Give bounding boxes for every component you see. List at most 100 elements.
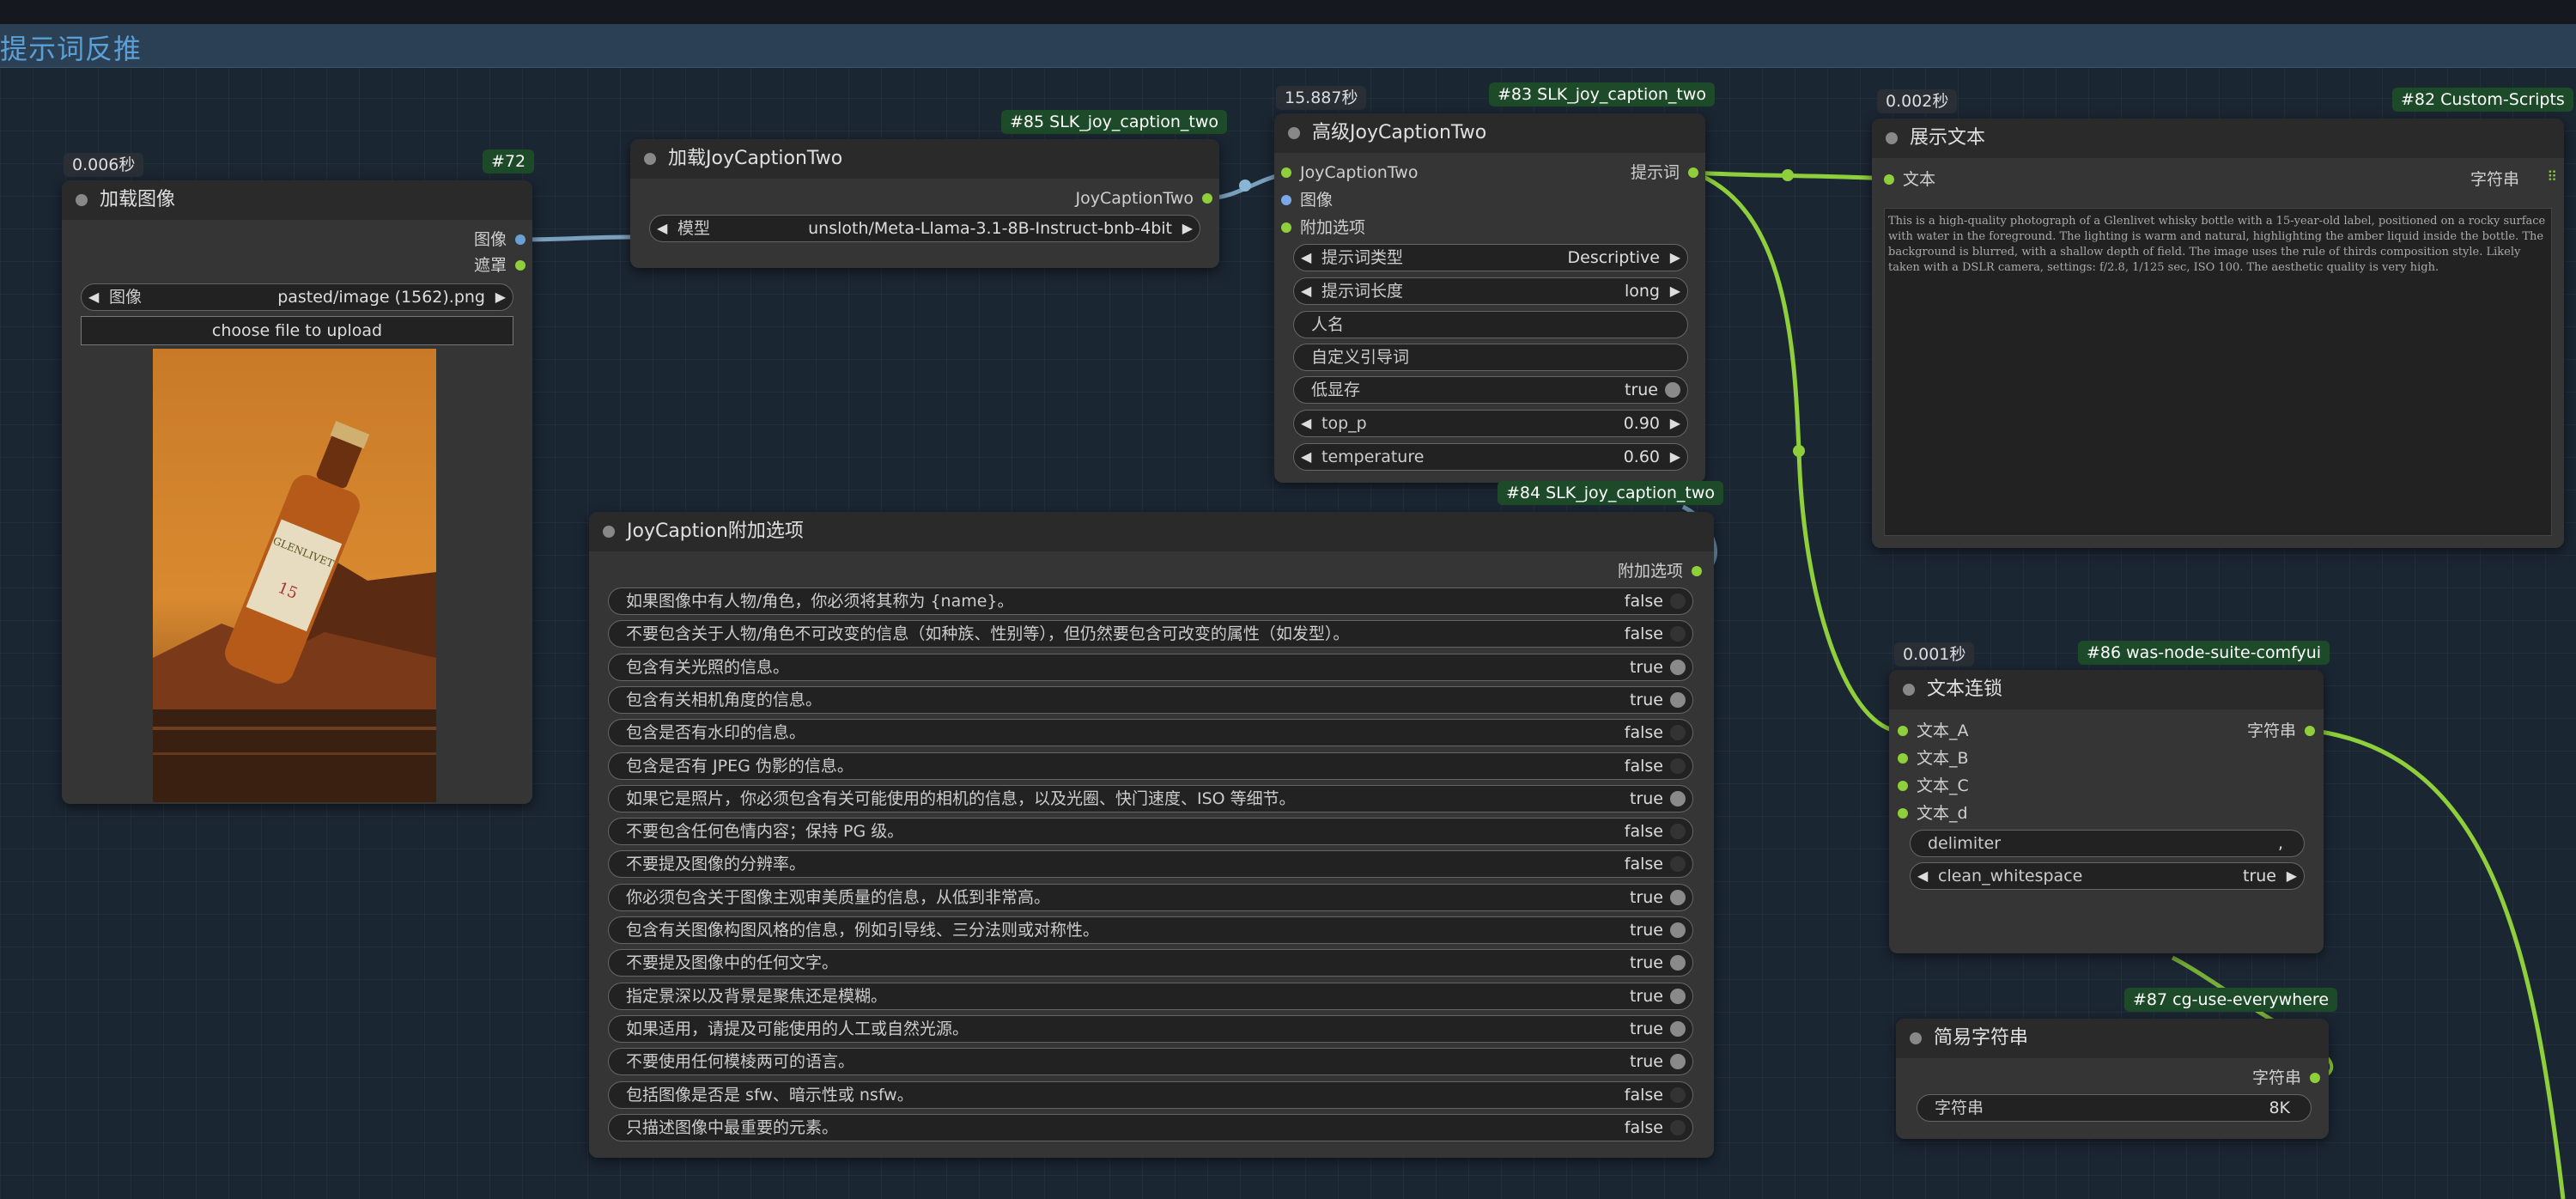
widget-prompt-length[interactable]: ◀ 提示词长度 long ▶ — [1293, 277, 1688, 305]
id-badge-83: #83 SLK_joy_caption_two — [1489, 82, 1716, 107]
option-toggle[interactable]: 包含有关图像构图风格的信息，例如引导线、三分法则或对称性。 true — [608, 916, 1693, 944]
option-toggle[interactable]: 不要包含关于人物/角色不可改变的信息（如种族、性别等），但仍然要包含可改变的属性… — [608, 620, 1693, 648]
node-canvas[interactable]: 提示词反推 0.006秒 #72 加载图像 图像 遮罩 ◀ 图像 pasted/… — [0, 0, 2576, 1199]
toggle-on-icon — [1670, 691, 1686, 708]
option-toggle[interactable]: 不要提及图像中的任何文字。 true — [608, 949, 1693, 977]
option-toggle[interactable]: 你必须包含关于图像主观审美质量的信息，从低到非常高。 true — [608, 883, 1693, 911]
node-load-joycaption[interactable]: 加载JoyCaptionTwo JoyCaptionTwo ◀ 模型 unslo… — [630, 139, 1219, 268]
node-text-concat[interactable]: 文本连锁 文本_A 文本_B 文本_C 文本_d 字符串 delimiter, … — [1889, 670, 2324, 953]
node-simple-string[interactable]: 简易字符串 字符串 字符串 8K — [1896, 1019, 2329, 1139]
slot-pin-icon — [1898, 726, 1908, 736]
node-advanced-joycaption[interactable]: 高级JoyCaptionTwo JoyCaptionTwo 图像 附加选项 提示… — [1274, 113, 1705, 483]
output-mask[interactable]: 遮罩 — [354, 254, 526, 277]
input-joycaption[interactable]: JoyCaptionTwo — [1281, 161, 1470, 184]
output-image[interactable]: 图像 — [354, 228, 526, 251]
node-header[interactable]: 高级JoyCaptionTwo — [1274, 113, 1705, 153]
option-value: true — [1630, 921, 1663, 940]
widget-string[interactable]: 字符串 8K — [1917, 1094, 2312, 1122]
option-value: true — [1630, 953, 1663, 973]
output-string[interactable]: 字符串 — [2148, 1067, 2320, 1089]
arrow-right-icon: ▶ — [1669, 415, 1680, 431]
input-text[interactable]: 文本 — [1884, 168, 2056, 191]
slot-pin-icon — [1898, 781, 1908, 791]
option-toggle[interactable]: 包含是否有 JPEG 伪影的信息。 false — [608, 752, 1693, 780]
node-header[interactable]: 加载JoyCaptionTwo — [630, 139, 1219, 179]
widget-low-vram[interactable]: 低显存 true — [1293, 376, 1688, 404]
slot-pin-icon — [1688, 167, 1698, 178]
option-label: 如果适用，请提及可能使用的人工或自然光源。 — [626, 1019, 969, 1038]
option-label: 指定景深以及背景是聚焦还是模糊。 — [626, 986, 888, 1006]
arrow-left-icon: ◀ — [1301, 448, 1312, 465]
text-display[interactable]: This is a high-quality photograph of a G… — [1884, 208, 2552, 536]
option-toggle[interactable]: 不要包含任何色情内容；保持 PG 级。 false — [608, 818, 1693, 846]
node-title: 文本连锁 — [1927, 679, 2003, 700]
collapse-dot-icon[interactable] — [1910, 1032, 1922, 1044]
option-value: true — [1630, 690, 1663, 709]
node-header[interactable]: JoyCaption附加选项 — [589, 512, 1714, 551]
model-select-widget[interactable]: ◀ 模型 unsloth/Meta-Llama-3.1-8B-Instruct-… — [649, 215, 1200, 242]
option-label: 不要使用任何模棱两可的语言。 — [626, 1052, 855, 1072]
arrow-right-icon: ▶ — [2286, 867, 2297, 884]
arrow-left-icon: ◀ — [88, 289, 100, 305]
input-text-a[interactable]: 文本_A — [1898, 720, 2069, 742]
widget-top-p[interactable]: ◀ top_p 0.90 ▶ — [1293, 410, 1688, 437]
option-value: true — [1630, 887, 1663, 907]
collapse-dot-icon[interactable] — [76, 194, 88, 206]
image-preview: GLENLIVET 15 — [153, 349, 436, 802]
output-joycaption[interactable]: JoyCaptionTwo — [955, 187, 1212, 210]
option-toggle[interactable]: 如果适用，请提及可能使用的人工或自然光源。 true — [608, 1014, 1693, 1043]
input-text-b[interactable]: 文本_B — [1898, 747, 2069, 770]
toggle-on-icon — [1670, 922, 1686, 938]
collapse-dot-icon[interactable] — [1903, 684, 1915, 696]
toggle-on-icon — [1670, 955, 1686, 971]
arrow-left-icon: ◀ — [1301, 283, 1312, 299]
node-title: JoyCaption附加选项 — [627, 520, 804, 542]
output-string[interactable]: 字符串 — [2366, 168, 2538, 191]
collapse-dot-icon[interactable] — [1288, 127, 1300, 139]
node-show-text[interactable]: 展示文本 文本 字符串 ⠿ This is a high-quality pho… — [1872, 119, 2564, 548]
node-header[interactable]: 文本连锁 — [1889, 670, 2324, 709]
option-toggle[interactable]: 如果它是照片，你必须包含有关可能使用的相机的信息，以及光圈、快门速度、ISO 等… — [608, 784, 1693, 813]
output-prompt[interactable]: 提示词 — [1527, 161, 1698, 184]
option-toggle[interactable]: 不要提及图像的分辨率。 false — [608, 850, 1693, 879]
input-extra-options[interactable]: 附加选项 — [1281, 216, 1470, 239]
node-header[interactable]: 展示文本 — [1872, 119, 2564, 158]
time-badge-72: 0.006秒 — [64, 153, 144, 177]
node-header[interactable]: 简易字符串 — [1896, 1019, 2329, 1058]
option-toggle[interactable]: 只描述图像中最重要的元素。 false — [608, 1113, 1693, 1141]
widget-temperature[interactable]: ◀ temperature 0.60 ▶ — [1293, 443, 1688, 471]
collapse-dot-icon[interactable] — [644, 153, 656, 165]
option-toggle[interactable]: 包括图像是否是 sfw、暗示性或 nsfw。 false — [608, 1080, 1693, 1109]
widget-clean-whitespace[interactable]: ◀ clean_whitespace true ▶ — [1910, 862, 2305, 890]
output-extra-options[interactable]: 附加选项 — [1530, 560, 1702, 582]
node-extra-options[interactable]: JoyCaption附加选项 附加选项 如果图像中有人物/角色，你必须将其称为 … — [589, 512, 1714, 1158]
input-text-d[interactable]: 文本_d — [1898, 802, 2069, 825]
option-toggle[interactable]: 不要使用任何模棱两可的语言。 true — [608, 1048, 1693, 1076]
collapse-dot-icon[interactable] — [603, 526, 615, 538]
widget-person-name[interactable]: 人名 — [1293, 311, 1688, 338]
node-header[interactable]: 加载图像 — [62, 180, 532, 220]
image-select-widget[interactable]: ◀ 图像 pasted/image (1562).png ▶ — [81, 283, 513, 311]
input-image[interactable]: 图像 — [1281, 189, 1470, 211]
option-toggle[interactable]: 如果图像中有人物/角色，你必须将其称为 {name}。 false — [608, 587, 1693, 615]
collapse-dot-icon[interactable] — [1886, 132, 1898, 144]
wire-concat-dot — [1793, 445, 1805, 457]
toggle-on-icon — [1670, 659, 1686, 675]
option-toggle[interactable]: 包含是否有水印的信息。 false — [608, 719, 1693, 747]
toggle-off-icon — [1670, 856, 1686, 873]
option-toggle[interactable]: 包含有关相机角度的信息。 true — [608, 685, 1693, 714]
node-load-image[interactable]: 加载图像 图像 遮罩 ◀ 图像 pasted/image (1562).png … — [62, 180, 532, 804]
toggle-off-icon — [1670, 626, 1686, 642]
node-title: 展示文本 — [1910, 127, 1986, 149]
id-badge-72: #72 — [483, 149, 535, 173]
upload-button[interactable]: choose file to upload — [81, 316, 513, 345]
option-label: 如果它是照片，你必须包含有关可能使用的相机的信息，以及光圈、快门速度、ISO 等… — [626, 788, 1296, 808]
option-toggle[interactable]: 指定景深以及背景是聚焦还是模糊。 true — [608, 982, 1693, 1010]
widget-custom-prompt[interactable]: 自定义引导词 — [1293, 344, 1688, 371]
widget-prompt-type[interactable]: ◀ 提示词类型 Descriptive ▶ — [1293, 244, 1688, 271]
input-text-c[interactable]: 文本_C — [1898, 775, 2069, 797]
output-string[interactable]: 字符串 — [2143, 720, 2315, 742]
widget-delimiter[interactable]: delimiter, — [1910, 830, 2305, 857]
toggle-on-icon — [1670, 889, 1686, 905]
option-toggle[interactable]: 包含有关光照的信息。 true — [608, 653, 1693, 681]
